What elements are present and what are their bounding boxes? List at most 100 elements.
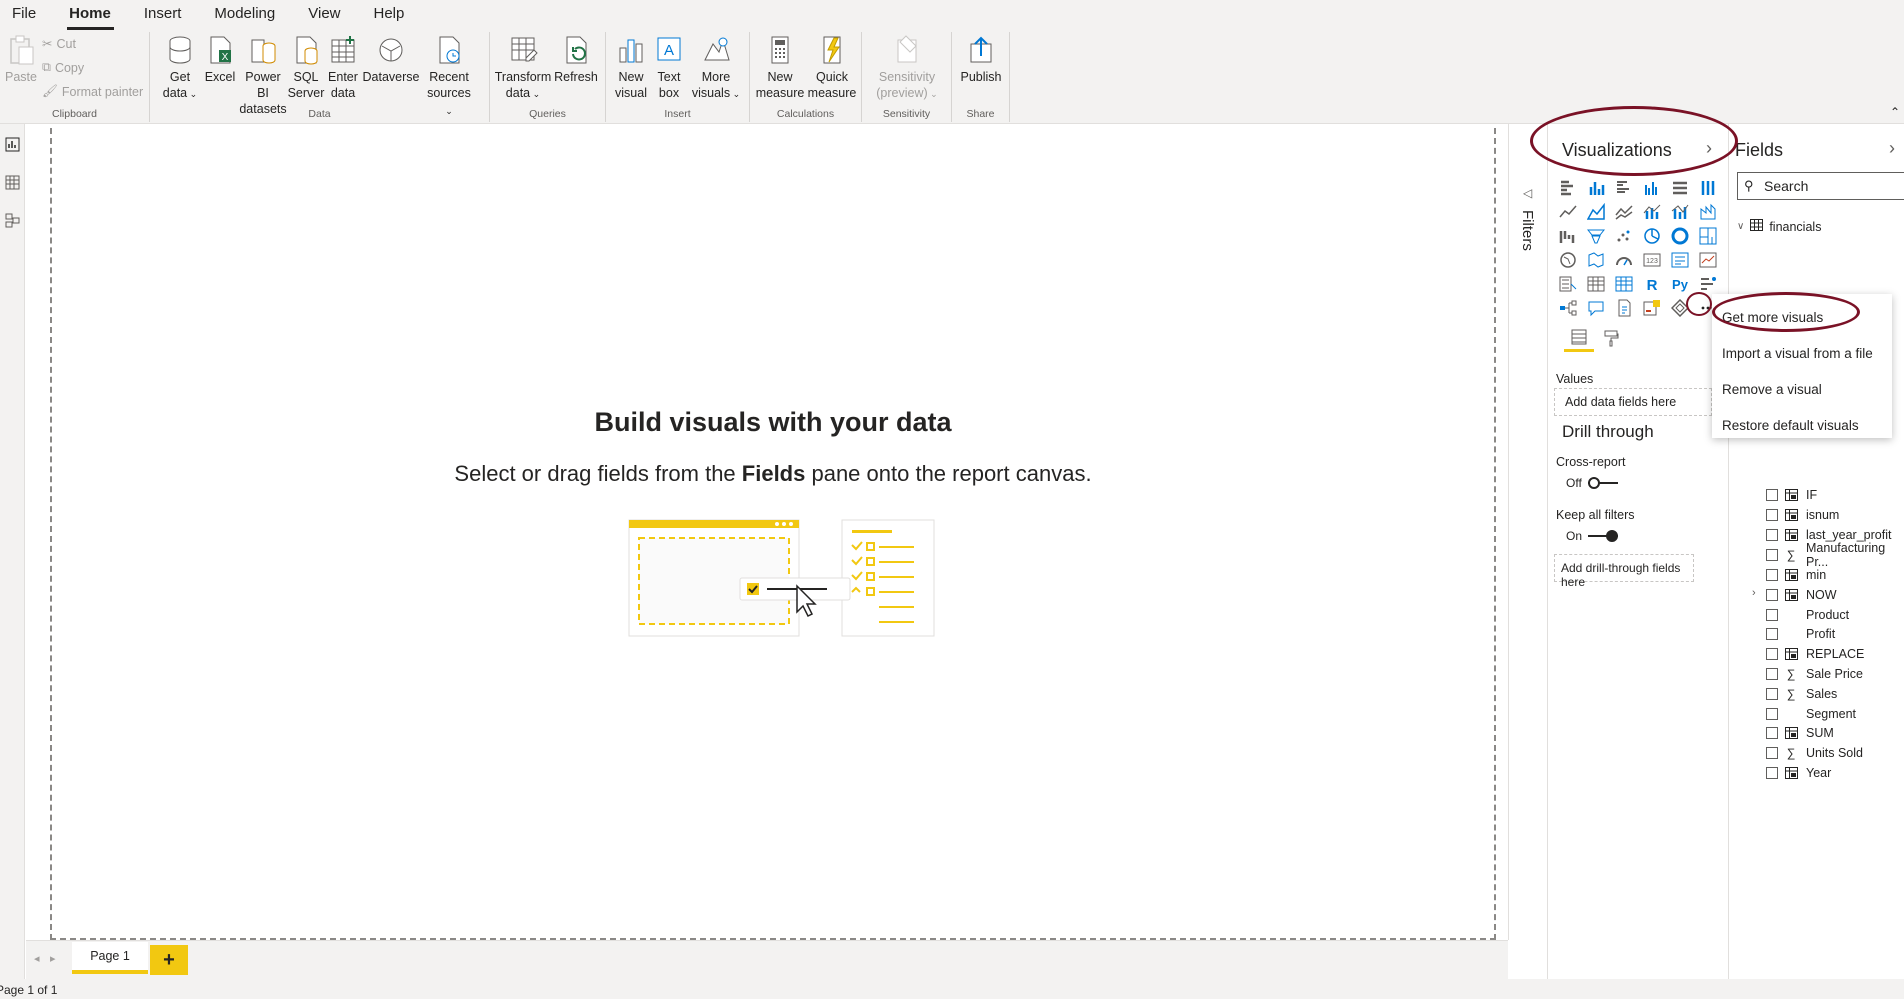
- sensitivity-button[interactable]: Sensitivity (preview): [870, 34, 944, 102]
- excel-button[interactable]: X Excel: [202, 34, 238, 85]
- ribbon-chart-icon[interactable]: [1694, 200, 1722, 224]
- table-node-financials[interactable]: ∨ financials: [1737, 219, 1821, 234]
- quick-measure-button[interactable]: Quick measure: [806, 34, 858, 101]
- field-item[interactable]: ∑ Sale Price: [1766, 664, 1863, 684]
- tab-help[interactable]: Help: [358, 5, 422, 30]
- new-visual-button[interactable]: New visual: [612, 34, 650, 101]
- donut-chart-icon[interactable]: [1666, 224, 1694, 248]
- recent-sources-button[interactable]: Recent sources: [424, 34, 474, 119]
- multi-row-card-icon[interactable]: [1666, 248, 1694, 272]
- report-canvas[interactable]: Build visuals with your data Select or d…: [50, 128, 1496, 940]
- field-item[interactable]: NOW: [1766, 585, 1837, 605]
- power-bi-datasets-button[interactable]: Power BI datasets: [238, 34, 288, 117]
- qa-visual-icon[interactable]: [1582, 296, 1610, 320]
- get-more-visuals-item[interactable]: Get more visuals: [1712, 300, 1892, 336]
- area-chart-icon[interactable]: [1582, 200, 1610, 224]
- field-checkbox[interactable]: [1766, 529, 1778, 541]
- format-painter-button[interactable]: 🖌 Format painter: [42, 84, 143, 99]
- collapse-fields-icon[interactable]: ›: [1889, 138, 1895, 159]
- field-checkbox[interactable]: [1766, 609, 1778, 621]
- stacked-column-chart-icon[interactable]: [1582, 176, 1610, 200]
- stacked-area-chart-icon[interactable]: [1610, 200, 1638, 224]
- import-visual-item[interactable]: Import a visual from a file: [1712, 336, 1892, 372]
- slicer-icon[interactable]: [1554, 272, 1582, 296]
- field-item[interactable]: Product: [1766, 605, 1849, 625]
- field-checkbox[interactable]: [1766, 747, 1778, 759]
- funnel-chart-icon[interactable]: [1582, 224, 1610, 248]
- clustered-column-chart-icon[interactable]: [1638, 176, 1666, 200]
- format-paint-roller-icon[interactable]: [1596, 324, 1626, 352]
- python-visual-icon[interactable]: Py: [1666, 272, 1694, 296]
- scatter-chart-icon[interactable]: [1610, 224, 1638, 248]
- field-checkbox[interactable]: [1766, 628, 1778, 640]
- waterfall-chart-icon[interactable]: [1554, 224, 1582, 248]
- stacked-bar-chart-icon[interactable]: [1554, 176, 1582, 200]
- values-well[interactable]: Add data fields here: [1554, 388, 1712, 416]
- tab-modeling[interactable]: Modeling: [198, 5, 292, 30]
- field-item[interactable]: ∑ Sales: [1766, 684, 1837, 704]
- decomposition-tree-icon[interactable]: [1554, 296, 1582, 320]
- field-item[interactable]: IF: [1766, 485, 1817, 505]
- field-checkbox[interactable]: [1766, 668, 1778, 680]
- clustered-bar-chart-icon[interactable]: [1610, 176, 1638, 200]
- text-box-button[interactable]: A Text box: [652, 34, 686, 101]
- power-apps-icon[interactable]: [1666, 296, 1694, 320]
- collapse-visualizations-icon[interactable]: ›: [1706, 138, 1712, 159]
- field-checkbox[interactable]: [1766, 589, 1778, 601]
- field-item[interactable]: SUM: [1766, 723, 1834, 743]
- field-checkbox[interactable]: [1766, 509, 1778, 521]
- next-page-icon[interactable]: ▸: [50, 952, 56, 965]
- 100-stacked-bar-chart-icon[interactable]: [1666, 176, 1694, 200]
- paginated-report-icon[interactable]: [1638, 296, 1666, 320]
- cut-button[interactable]: ✂ Cut: [42, 36, 76, 52]
- pie-chart-icon[interactable]: [1638, 224, 1666, 248]
- sql-server-button[interactable]: SQL Server: [288, 34, 324, 101]
- r-visual-icon[interactable]: R: [1638, 272, 1666, 296]
- restore-default-visuals-item[interactable]: Restore default visuals: [1712, 408, 1892, 444]
- line-chart-icon[interactable]: [1554, 200, 1582, 224]
- transform-data-button[interactable]: Transform data: [494, 34, 552, 102]
- field-item[interactable]: min: [1766, 565, 1826, 585]
- field-item[interactable]: ∑ Units Sold: [1766, 743, 1863, 763]
- field-item[interactable]: ∑ Manufacturing Pr...: [1766, 541, 1904, 569]
- tab-home[interactable]: Home: [53, 5, 128, 30]
- drill-through-well[interactable]: Add drill-through fields here: [1554, 554, 1694, 589]
- table-icon[interactable]: [1582, 272, 1610, 296]
- field-checkbox[interactable]: [1766, 708, 1778, 720]
- fields-tab-icon[interactable]: [1564, 324, 1594, 352]
- field-item[interactable]: Year: [1766, 763, 1831, 783]
- refresh-button[interactable]: Refresh: [552, 34, 600, 85]
- field-item[interactable]: Profit: [1766, 624, 1835, 644]
- gauge-icon[interactable]: [1610, 248, 1638, 272]
- smart-narrative-icon[interactable]: [1610, 296, 1638, 320]
- field-checkbox[interactable]: [1766, 648, 1778, 660]
- keep-filters-toggle[interactable]: On: [1566, 529, 1619, 543]
- publish-button[interactable]: Publish: [958, 34, 1004, 85]
- model-view-icon[interactable]: [4, 212, 21, 229]
- report-view-icon[interactable]: [4, 136, 21, 153]
- dataverse-button[interactable]: Dataverse: [360, 34, 422, 85]
- get-data-button[interactable]: Get data: [160, 34, 200, 102]
- line-clustered-column-chart-icon[interactable]: [1638, 200, 1666, 224]
- kpi-icon[interactable]: [1694, 248, 1722, 272]
- prev-page-icon[interactable]: ◂: [34, 952, 40, 965]
- add-page-button[interactable]: +: [150, 945, 188, 975]
- field-checkbox[interactable]: [1766, 727, 1778, 739]
- field-checkbox[interactable]: [1766, 688, 1778, 700]
- remove-visual-item[interactable]: Remove a visual: [1712, 372, 1892, 408]
- fields-search-input[interactable]: ⚲ Search: [1737, 172, 1904, 200]
- data-view-icon[interactable]: [4, 174, 21, 191]
- map-icon[interactable]: [1554, 248, 1582, 272]
- page-tab-1[interactable]: Page 1: [72, 942, 148, 974]
- filled-map-icon[interactable]: [1582, 248, 1610, 272]
- field-item[interactable]: isnum: [1766, 505, 1839, 525]
- enter-data-button[interactable]: Enter data: [326, 34, 360, 101]
- collapse-ribbon-icon[interactable]: ⌃: [1890, 105, 1900, 119]
- line-stacked-column-chart-icon[interactable]: [1666, 200, 1694, 224]
- field-item[interactable]: REPLACE: [1766, 644, 1864, 664]
- field-checkbox[interactable]: [1766, 767, 1778, 779]
- new-measure-button[interactable]: New measure: [756, 34, 804, 101]
- more-visuals-button[interactable]: More visuals: [688, 34, 744, 102]
- field-item[interactable]: Segment: [1766, 704, 1856, 724]
- field-checkbox[interactable]: [1766, 549, 1778, 561]
